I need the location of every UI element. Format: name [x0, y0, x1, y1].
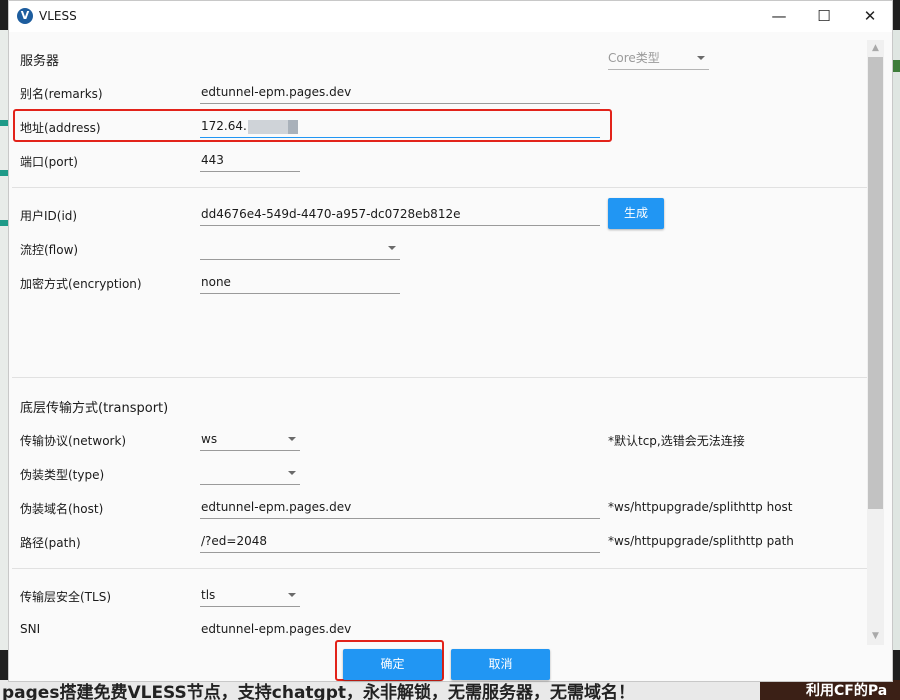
host-label: 伪装域名(host)	[20, 502, 104, 516]
flow-label: 流控(flow)	[20, 243, 79, 257]
host-input[interactable]: edtunnel-epm.pages.dev	[200, 496, 600, 519]
background-bottom-strip: pages搭建免费VLESS节点，支持chatgpt，永非解锁，无需服务器，无需…	[0, 680, 900, 700]
chevron-down-icon	[288, 471, 296, 475]
network-value: ws	[201, 432, 218, 446]
transport-section-label: 底层传输方式(transport)	[20, 401, 169, 416]
cancel-button[interactable]: 取消	[451, 649, 550, 680]
redacted-mask	[287, 119, 298, 134]
section-divider	[12, 568, 867, 569]
vertical-scrollbar[interactable]: ▲ ▼	[867, 40, 884, 645]
scrollbar-thumb[interactable]	[868, 57, 883, 509]
background-article-text: pages搭建免费VLESS节点，支持chatgpt，永非解锁，无需服务器，无需…	[2, 683, 636, 700]
address-input[interactable]: 172.64.	[200, 115, 600, 138]
type-label: 伪装类型(type)	[20, 468, 105, 482]
section-divider	[12, 377, 867, 378]
port-input[interactable]: 443	[200, 149, 300, 172]
encryption-value: none	[201, 275, 231, 289]
remarks-label: 别名(remarks)	[20, 87, 103, 101]
confirm-button[interactable]: 确定	[343, 649, 442, 680]
sni-input[interactable]: edtunnel-epm.pages.dev	[200, 618, 600, 639]
path-label: 路径(path)	[20, 536, 81, 550]
close-button[interactable]: ✕	[847, 1, 893, 32]
path-input[interactable]: /?ed=2048	[200, 530, 600, 553]
network-label: 传输协议(network)	[20, 434, 127, 448]
scroll-down-icon[interactable]: ▼	[867, 628, 884, 645]
sni-value: edtunnel-epm.pages.dev	[201, 622, 352, 636]
path-value: /?ed=2048	[201, 534, 268, 548]
background-mark	[0, 170, 8, 176]
form-area: 服务器 Core类型 别名(remarks) edtunnel-epm.page…	[9, 32, 867, 639]
network-hint: *默认tcp,选错会无法连接	[608, 434, 745, 448]
host-value: edtunnel-epm.pages.dev	[201, 500, 352, 514]
background-right-strip	[893, 30, 900, 650]
id-label: 用户ID(id)	[20, 209, 78, 223]
title-bar[interactable]: V VLESS — ☐ ✕	[9, 1, 892, 32]
redacted-mask	[247, 119, 288, 134]
tls-dropdown[interactable]: tls	[200, 584, 300, 607]
port-label: 端口(port)	[20, 155, 78, 169]
chevron-down-icon	[388, 246, 396, 250]
scroll-up-icon[interactable]: ▲	[867, 40, 884, 57]
core-type-placeholder: Core类型	[608, 51, 660, 65]
id-value: dd4676e4-549d-4470-a957-dc0728eb812e	[201, 207, 461, 221]
vless-dialog: V VLESS — ☐ ✕ 服务器 Core类型 别名(remarks) edt…	[8, 0, 893, 682]
maximize-button[interactable]: ☐	[801, 1, 847, 32]
flow-value	[200, 241, 201, 255]
section-divider	[12, 187, 867, 188]
tls-label: 传输层安全(TLS)	[20, 590, 111, 604]
background-accent	[893, 60, 900, 72]
tls-value: tls	[201, 588, 216, 602]
type-value	[200, 466, 201, 480]
background-thumbnail: 利用CF的Pa	[760, 680, 900, 700]
remarks-value: edtunnel-epm.pages.dev	[201, 85, 352, 99]
encryption-input[interactable]: none	[200, 271, 400, 294]
minimize-button[interactable]: —	[756, 1, 802, 32]
type-dropdown[interactable]	[200, 462, 300, 485]
encryption-label: 加密方式(encryption)	[20, 277, 142, 291]
generate-button[interactable]: 生成	[608, 198, 664, 229]
server-section-label: 服务器	[20, 54, 60, 69]
id-input[interactable]: dd4676e4-549d-4470-a957-dc0728eb812e	[200, 203, 600, 226]
port-value: 443	[201, 153, 224, 167]
address-value: 172.64.	[201, 119, 247, 133]
core-type-dropdown[interactable]: Core类型	[608, 47, 709, 70]
host-hint: *ws/httpupgrade/splithttp host	[608, 500, 793, 514]
chevron-down-icon	[697, 56, 705, 60]
chevron-down-icon	[288, 593, 296, 597]
background-left-strip	[0, 30, 8, 650]
background-mark	[0, 120, 8, 126]
chevron-down-icon	[288, 437, 296, 441]
remarks-input[interactable]: edtunnel-epm.pages.dev	[200, 81, 600, 104]
background-mark	[0, 220, 8, 226]
window-title: VLESS	[39, 9, 77, 23]
sni-label: SNI	[20, 622, 41, 636]
address-label: 地址(address)	[20, 121, 101, 135]
path-hint: *ws/httpupgrade/splithttp path	[608, 534, 794, 548]
network-dropdown[interactable]: ws	[200, 428, 300, 451]
flow-dropdown[interactable]	[200, 237, 400, 260]
v2rayn-logo-icon: V	[17, 8, 33, 24]
